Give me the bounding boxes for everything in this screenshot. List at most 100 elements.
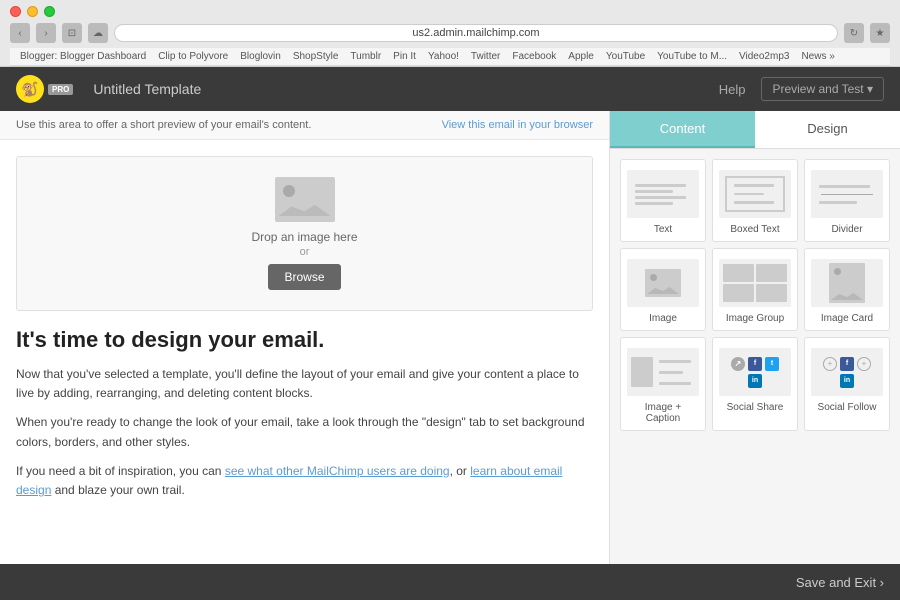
browse-button[interactable]: Browse: [268, 264, 340, 290]
bookmark-item[interactable]: News »: [801, 51, 834, 62]
bottom-bar: Save and Exit ›: [0, 564, 900, 600]
mailchimp-users-link[interactable]: see what other MailChimp users are doing: [225, 464, 450, 478]
pro-badge: PRO: [48, 84, 73, 95]
os-chrome: ‹ › ⊡ ☁ us2.admin.mailchimp.com ↻ ★ Blog…: [0, 0, 900, 67]
bookmark-item[interactable]: Twitter: [471, 51, 500, 62]
preview-line: [659, 382, 691, 385]
follow-icon-circle: +: [823, 357, 837, 371]
preview-bar: Use this area to offer a short preview o…: [0, 111, 609, 140]
block-image-caption[interactable]: Image + Caption: [620, 337, 706, 431]
bookmark-item[interactable]: Clip to Polyvore: [158, 51, 228, 62]
preview-line: [734, 193, 764, 196]
image-card-preview: [811, 259, 883, 307]
save-exit-button[interactable]: Save and Exit ›: [796, 575, 884, 590]
block-divider-label: Divider: [811, 224, 883, 235]
drop-text: Drop an image here: [37, 230, 572, 244]
bookmark-item[interactable]: Apple: [568, 51, 594, 62]
img-cap-image: [631, 357, 653, 387]
content-tabs: Content Design: [610, 111, 900, 149]
paragraph3-middle: , or: [450, 464, 471, 478]
preview-line: [635, 184, 686, 187]
share-icon-tw: t: [765, 357, 779, 371]
paragraph3-before: If you need a bit of inspiration, you ca…: [16, 464, 225, 478]
block-social-follow[interactable]: + f + in Social Follow: [804, 337, 890, 431]
left-panel: Use this area to offer a short preview o…: [0, 111, 610, 582]
address-bar[interactable]: us2.admin.mailchimp.com: [114, 24, 838, 42]
block-image-group[interactable]: Image Group: [712, 248, 798, 331]
boxed-text-preview: [719, 170, 791, 218]
bookmarks-bar: Blogger: Blogger Dashboard Clip to Polyvo…: [10, 48, 890, 66]
preview-test-button[interactable]: Preview and Test ▾: [761, 77, 884, 101]
tab-content[interactable]: Content: [610, 111, 755, 148]
chrome-toolbar: ‹ › ⊡ ☁ us2.admin.mailchimp.com ↻ ★: [10, 23, 890, 43]
traffic-light-green[interactable]: [44, 6, 55, 17]
paragraph3-after: and blaze your own trail.: [51, 483, 184, 497]
image-drop-zone[interactable]: Drop an image here or Browse: [16, 156, 593, 311]
follow-icon-circle2: +: [857, 357, 871, 371]
app-title: Untitled Template: [93, 81, 718, 97]
img-thumb: [756, 264, 787, 282]
preview-line: [659, 360, 691, 363]
block-boxed-text[interactable]: Boxed Text: [712, 159, 798, 242]
help-link[interactable]: Help: [719, 82, 746, 97]
share-icon-in: in: [748, 374, 762, 388]
block-image-label: Image: [627, 313, 699, 324]
right-panel: Content Design Text: [610, 111, 900, 582]
bookmark-item[interactable]: Video2mp3: [739, 51, 789, 62]
app-logo: 🐒 PRO: [16, 75, 73, 103]
block-social-share-label: Social Share: [719, 402, 791, 413]
cloud-button[interactable]: ☁: [88, 23, 108, 43]
divider-line: [821, 194, 872, 195]
block-divider[interactable]: Divider: [804, 159, 890, 242]
image-group-preview-inner: [719, 260, 791, 306]
block-text[interactable]: Text: [620, 159, 706, 242]
email-paragraph-1: Now that you've selected a template, you…: [16, 365, 593, 403]
email-paragraph-2: When you're ready to change the look of …: [16, 413, 593, 451]
bookmark-item[interactable]: ShopStyle: [293, 51, 339, 62]
traffic-light-red[interactable]: [10, 6, 21, 17]
image-caption-preview: [627, 348, 699, 396]
img-thumb: [723, 284, 754, 302]
tab-design[interactable]: Design: [755, 111, 900, 148]
block-image-caption-label: Image + Caption: [627, 402, 699, 424]
back-button[interactable]: ‹: [10, 23, 30, 43]
star-button[interactable]: ★: [870, 23, 890, 43]
blocks-grid: Text Boxed Text: [610, 149, 900, 441]
main-content: Use this area to offer a short preview o…: [0, 111, 900, 582]
block-image[interactable]: Image: [620, 248, 706, 331]
header-actions: Help Preview and Test ▾: [719, 77, 884, 101]
refresh-button[interactable]: ↻: [844, 23, 864, 43]
traffic-lights: [10, 6, 890, 17]
tab-button[interactable]: ⊡: [62, 23, 82, 43]
preview-hint: Use this area to offer a short preview o…: [16, 119, 311, 131]
preview-line: [734, 201, 774, 204]
img-cap-lines: [655, 357, 695, 388]
bookmark-item[interactable]: Bloglovin: [240, 51, 281, 62]
preview-line: [819, 185, 870, 188]
bookmark-item[interactable]: YouTube: [606, 51, 645, 62]
forward-button[interactable]: ›: [36, 23, 56, 43]
social-follow-preview: + f + in: [811, 348, 883, 396]
image-group-preview: [719, 259, 791, 307]
preview-line: [635, 196, 686, 199]
bookmark-item[interactable]: Blogger: Blogger Dashboard: [20, 51, 146, 62]
bookmark-item[interactable]: Yahoo!: [428, 51, 459, 62]
bookmark-item[interactable]: Facebook: [512, 51, 556, 62]
preview-line: [635, 202, 673, 205]
traffic-light-yellow[interactable]: [27, 6, 38, 17]
block-image-card[interactable]: Image Card: [804, 248, 890, 331]
email-content: Drop an image here or Browse It's time t…: [0, 140, 609, 526]
social-follow-preview-inner: + f + in: [811, 353, 883, 392]
block-social-share[interactable]: ↗ f t in Social Share: [712, 337, 798, 431]
share-icon-fb: f: [748, 357, 762, 371]
bookmark-item[interactable]: Pin It: [393, 51, 416, 62]
logo-icon: 🐒: [16, 75, 44, 103]
bookmark-item[interactable]: Tumblr: [350, 51, 381, 62]
view-in-browser-link[interactable]: View this email in your browser: [442, 119, 593, 131]
follow-icon-in: in: [840, 374, 854, 388]
app-header: 🐒 PRO Untitled Template Help Preview and…: [0, 67, 900, 111]
img-caption-preview-inner: [627, 353, 699, 392]
bookmark-item[interactable]: YouTube to M...: [657, 51, 727, 62]
social-share-preview: ↗ f t in: [719, 348, 791, 396]
preview-line: [734, 184, 774, 187]
